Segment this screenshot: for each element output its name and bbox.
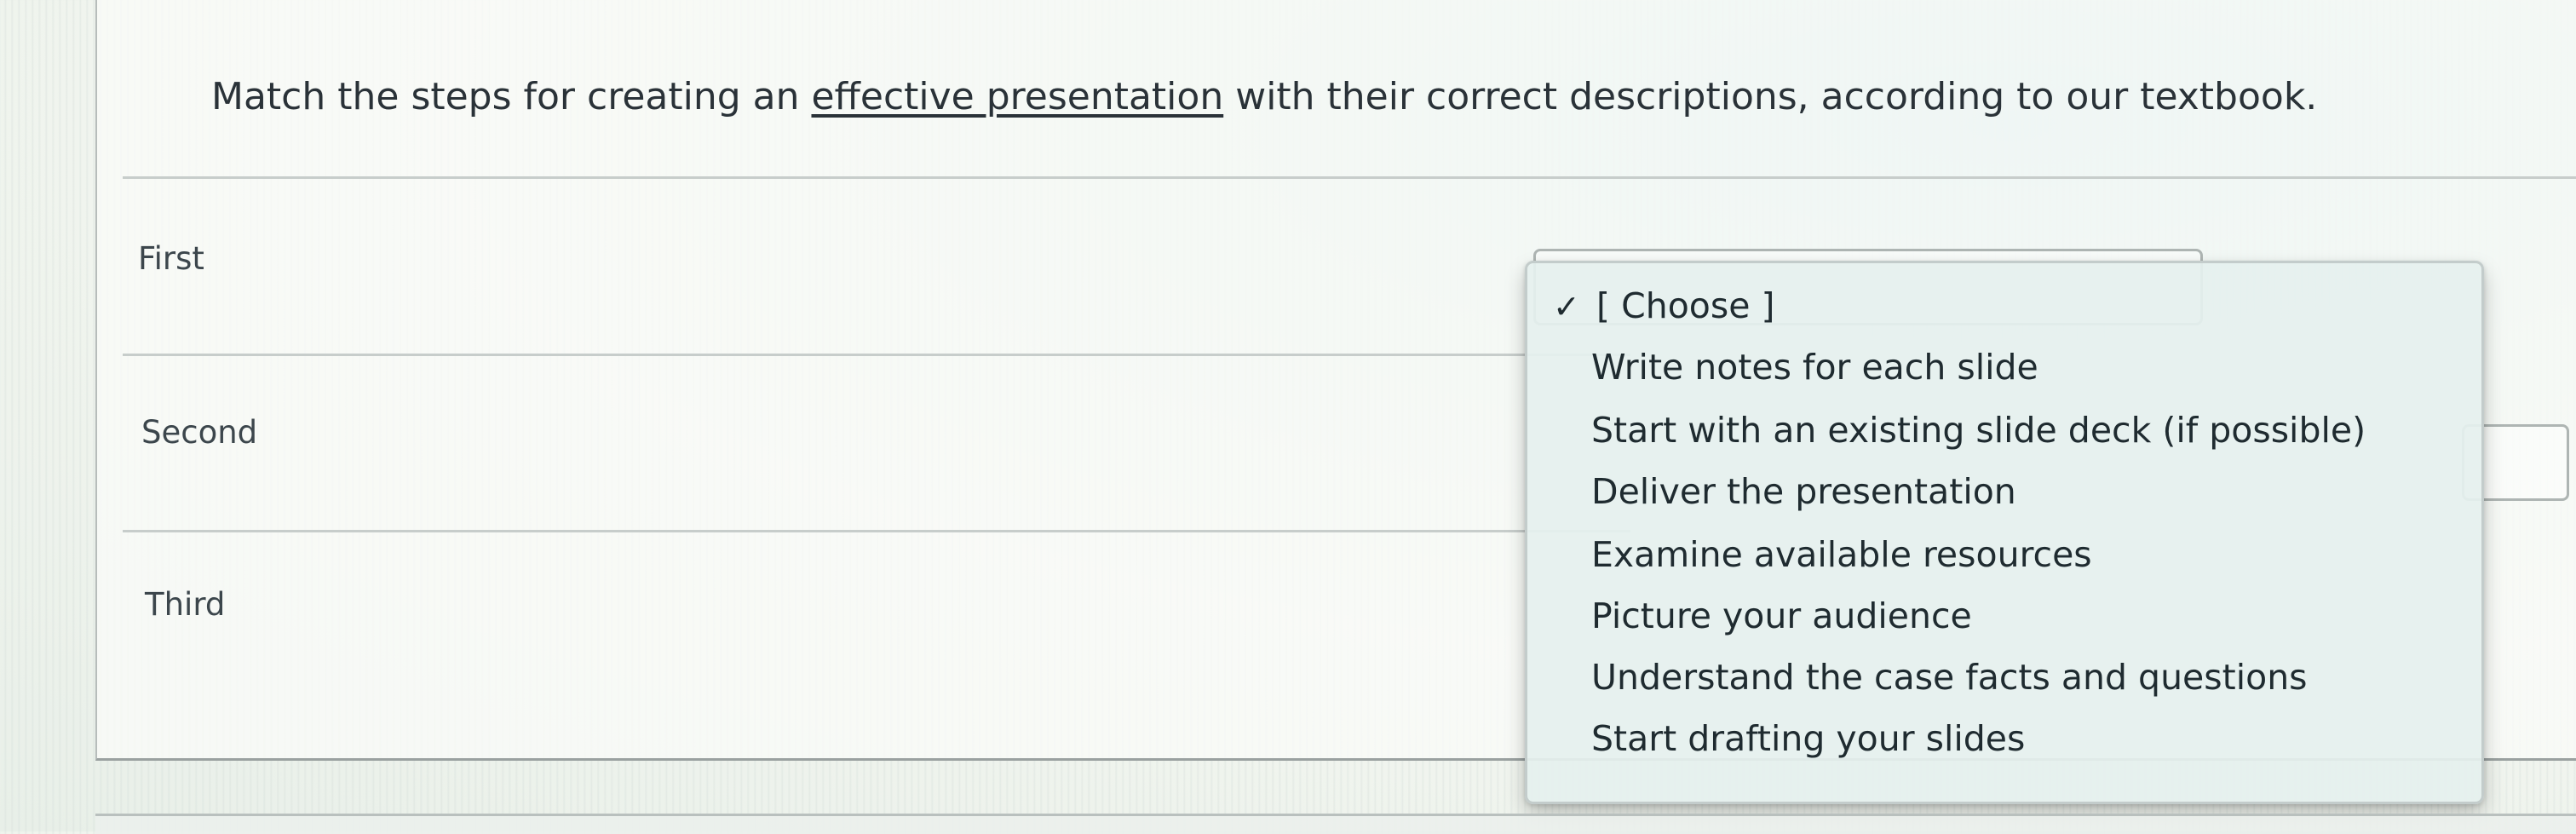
row-label-first: First	[138, 240, 204, 277]
row-label-third: Third	[145, 586, 226, 623]
dropdown-option[interactable]: Write notes for each slide	[1591, 347, 2038, 388]
dropdown-option[interactable]: Picture your audience	[1591, 595, 1972, 636]
dropdown-option[interactable]: Examine available resources	[1591, 534, 2092, 575]
question-prefix: Match the steps for creating an	[211, 75, 812, 118]
dropdown-menu[interactable]: ✓ [ Choose ] Write notes for each slide …	[1525, 261, 2484, 804]
divider-top	[123, 176, 2576, 179]
next-question-edge	[95, 814, 2576, 834]
dropdown-option[interactable]: Deliver the presentation	[1591, 471, 2016, 512]
dropdown-option-choose[interactable]: ✓ [ Choose ]	[1553, 285, 1774, 326]
check-icon: ✓	[1553, 288, 1580, 325]
question-suffix: with their correct descriptions, accordi…	[1223, 75, 2318, 118]
row-label-second: Second	[141, 414, 258, 451]
dropdown-selected-label: [ Choose ]	[1596, 285, 1775, 326]
dropdown-option[interactable]: Understand the case facts and questions	[1591, 657, 2308, 698]
question-link[interactable]: effective presentation	[811, 75, 1223, 118]
question-text: Match the steps for creating an effectiv…	[211, 75, 2317, 118]
dropdown-option[interactable]: Start drafting your slides	[1591, 718, 2025, 759]
divider-row-1	[123, 354, 1630, 356]
dropdown-option[interactable]: Start with an existing slide deck (if po…	[1591, 410, 2366, 451]
divider-row-2	[123, 530, 1630, 532]
